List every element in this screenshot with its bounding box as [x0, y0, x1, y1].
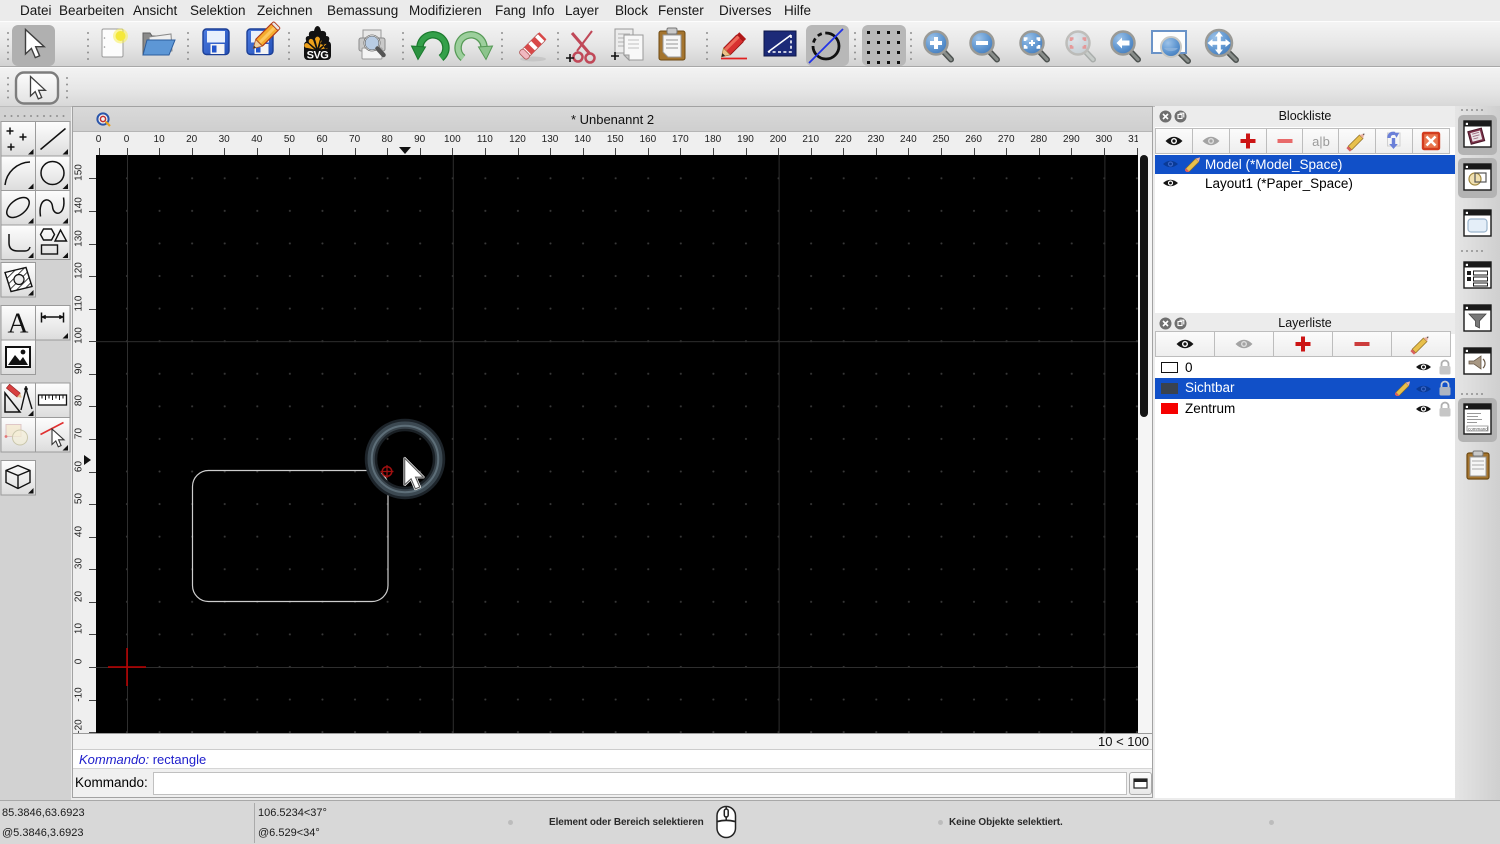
svg-text:SVG: SVG — [307, 50, 329, 62]
svg-text:a|b: a|b — [1312, 134, 1330, 149]
svg-text:command: command — [1468, 427, 1488, 432]
svg-text:A: A — [8, 308, 29, 340]
